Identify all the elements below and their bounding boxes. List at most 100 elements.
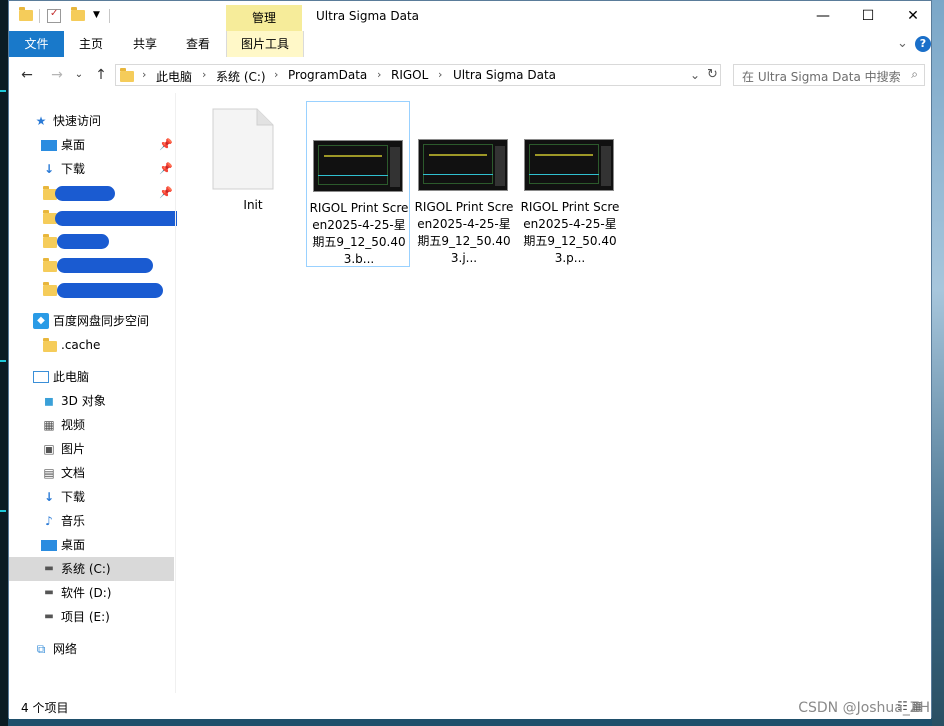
- minimize-button[interactable]: —: [800, 1, 846, 31]
- title-bar: ✓ ▼ 管理 Ultra Sigma Data — ☐ ✕: [9, 1, 931, 31]
- explorer-window: ✓ ▼ 管理 Ultra Sigma Data — ☐ ✕ 文件 主页 共享 查…: [8, 0, 932, 719]
- customize-toolbar-icon[interactable]: ▼: [93, 10, 107, 24]
- forward-icon[interactable]: →: [47, 65, 67, 85]
- expand-ribbon-icon[interactable]: ⌄: [897, 35, 908, 53]
- help-icon[interactable]: ?: [915, 36, 931, 52]
- download-icon: ↓: [43, 490, 55, 504]
- folder-icon: [43, 338, 57, 352]
- breadcrumb-separator[interactable]: ›: [377, 68, 381, 81]
- sidebar-item-desktop[interactable]: 桌面 📌: [9, 133, 174, 157]
- refresh-icon[interactable]: ↻: [707, 67, 718, 82]
- sidebar-item-label: 系统 (C:): [61, 562, 111, 576]
- sidebar-item-music[interactable]: ♪ 音乐: [9, 509, 174, 533]
- ribbon-tabs: 文件 主页 共享 查看 图片工具 ⌄ ?: [9, 31, 931, 58]
- new-folder-icon[interactable]: [71, 7, 85, 22]
- sidebar-item-redacted[interactable]: [9, 253, 174, 277]
- tab-file[interactable]: 文件: [9, 31, 64, 57]
- sidebar-item-project-e[interactable]: ▬ 项目 (E:): [9, 605, 174, 629]
- close-button[interactable]: ✕: [890, 1, 936, 31]
- breadcrumb-ultra-sigma-data[interactable]: Ultra Sigma Data: [453, 68, 556, 82]
- sidebar-item-system-c[interactable]: ▬ 系统 (C:): [9, 557, 174, 581]
- redaction-mark: [55, 186, 115, 201]
- sidebar-item-redacted[interactable]: [9, 229, 174, 253]
- up-icon[interactable]: ↑: [91, 65, 111, 85]
- breadcrumb-separator[interactable]: ›: [438, 68, 442, 81]
- navigation-bar: ← → ⌄ ↑ › 此电脑 › 系统 (C:) › ProgramData › …: [9, 57, 931, 93]
- sidebar-item-software-d[interactable]: ▬ 软件 (D:): [9, 581, 174, 605]
- address-bar[interactable]: › 此电脑 › 系统 (C:) › ProgramData › RIGOL › …: [115, 64, 721, 86]
- back-icon[interactable]: ←: [17, 65, 37, 85]
- redaction-mark: [55, 211, 185, 226]
- breadcrumb-rigol[interactable]: RIGOL: [391, 68, 428, 82]
- navigation-pane: ★ 快速访问 桌面 📌 ↓ 下载 📌 📌 ◆ 百度网盘同步空间 .cache 此…: [9, 93, 185, 693]
- oscilloscope-thumbnail: [524, 139, 614, 191]
- sidebar-item-label: 此电脑: [53, 370, 90, 384]
- chevron-down-icon[interactable]: ⌄: [690, 68, 700, 82]
- sidebar-item-redacted[interactable]: [9, 277, 174, 301]
- manage-tab[interactable]: 管理: [226, 5, 302, 31]
- breadcrumb-separator[interactable]: ›: [202, 68, 206, 81]
- sidebar-item-cache[interactable]: .cache: [9, 333, 174, 357]
- recent-locations-icon[interactable]: ⌄: [69, 65, 89, 85]
- pin-icon: 📌: [159, 162, 173, 175]
- sidebar-item-label: 桌面: [61, 138, 86, 152]
- desktop-background-right: [932, 0, 944, 726]
- file-item[interactable]: RIGOL Print Screen2025-4-25-星期五9_12_50.4…: [518, 101, 622, 267]
- breadcrumb-separator[interactable]: ›: [142, 68, 146, 81]
- file-item[interactable]: RIGOL Print Screen2025-4-25-星期五9_12_50.4…: [306, 101, 410, 267]
- item-count: 4 个项目: [21, 701, 69, 715]
- sidebar-item-desktop-pc[interactable]: 桌面: [9, 533, 174, 557]
- sidebar-item-baidu[interactable]: ◆ 百度网盘同步空间: [9, 309, 174, 333]
- file-name: RIGOL Print Screen2025-4-25-星期五9_12_50.4…: [520, 200, 620, 265]
- sidebar-item-this-pc[interactable]: 此电脑: [9, 365, 174, 389]
- breadcrumb-this-pc[interactable]: 此电脑: [156, 68, 192, 85]
- tab-picture-tools[interactable]: 图片工具: [226, 31, 304, 57]
- sidebar-item-label: 下载: [61, 490, 86, 504]
- desktop-background-left: [0, 0, 8, 726]
- folder-icon: [43, 282, 57, 296]
- sidebar-item-downloads[interactable]: ↓ 下载 📌: [9, 157, 174, 181]
- file-item[interactable]: RIGOL Print Screen2025-4-25-星期五9_12_50.4…: [412, 101, 516, 267]
- file-item[interactable]: Init: [201, 101, 305, 267]
- sidebar-item-label: 下载: [61, 162, 86, 176]
- sidebar-item-network[interactable]: ⧉ 网络: [9, 637, 174, 661]
- sidebar-item-videos[interactable]: ▦ 视频: [9, 413, 174, 437]
- properties-icon[interactable]: ✓: [47, 8, 61, 23]
- sidebar-item-redacted[interactable]: [9, 205, 185, 229]
- sidebar-item-label: 视频: [61, 418, 86, 432]
- sidebar-item-downloads-pc[interactable]: ↓ 下载: [9, 485, 174, 509]
- folder-icon: [120, 68, 134, 82]
- sidebar-item-redacted[interactable]: 📌: [9, 181, 174, 205]
- tab-view[interactable]: 查看: [178, 31, 218, 57]
- cube-icon: ◼: [44, 394, 54, 408]
- sidebar-item-pictures[interactable]: ▣ 图片: [9, 437, 174, 461]
- search-icon[interactable]: ⌕: [911, 67, 918, 82]
- sidebar-item-label: 快速访问: [53, 114, 102, 128]
- sidebar-item-documents[interactable]: ▤ 文档: [9, 461, 174, 485]
- sidebar-item-label: 文档: [61, 466, 86, 480]
- redaction-mark: [57, 234, 109, 249]
- sidebar-item-quick-access[interactable]: ★ 快速访问: [9, 109, 174, 133]
- pane-divider[interactable]: [175, 93, 176, 693]
- sidebar-item-3d-objects[interactable]: ◼ 3D 对象: [9, 389, 174, 413]
- tab-share[interactable]: 共享: [125, 31, 165, 57]
- desktop-icon: [41, 540, 57, 551]
- drive-icon: ▬: [44, 563, 54, 574]
- watermark: CSDN @Joshua_ZH: [798, 700, 930, 716]
- maximize-button[interactable]: ☐: [845, 1, 891, 31]
- breadcrumb-separator[interactable]: ›: [274, 68, 278, 81]
- document-icon: ▤: [43, 466, 55, 480]
- blank-file-icon: [212, 108, 274, 190]
- sidebar-item-label: 桌面: [61, 538, 86, 552]
- tab-home[interactable]: 主页: [71, 31, 111, 57]
- download-icon: ↓: [43, 162, 55, 176]
- breadcrumb-system-c[interactable]: 系统 (C:): [216, 68, 266, 85]
- divider: [39, 9, 40, 23]
- oscilloscope-thumbnail: [418, 139, 508, 191]
- redaction-mark: [57, 258, 153, 273]
- search-input[interactable]: 在 Ultra Sigma Data 中搜索 ⌕: [733, 64, 925, 86]
- breadcrumb-programdata[interactable]: ProgramData: [288, 68, 367, 82]
- pin-icon: 📌: [159, 186, 173, 199]
- folder-icon: [43, 234, 57, 248]
- folder-icon[interactable]: [19, 7, 33, 22]
